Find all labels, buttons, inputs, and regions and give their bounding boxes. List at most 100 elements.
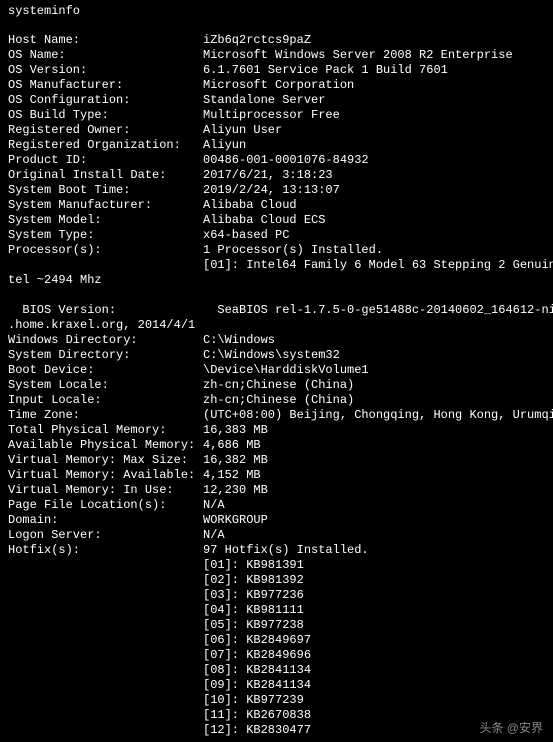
hotfix-item: [08]: KB2841134 [8,663,545,678]
info-value: 1 Processor(s) Installed. [203,243,383,257]
watermark-text: 头条 @安界 [479,721,543,736]
processor-wrap: tel ~2494 Mhz [8,273,545,288]
info-label: System Directory: [8,348,203,363]
bios-row: BIOS Version:SeaBIOS rel-1.7.5-0-ge51488… [8,288,545,318]
info-value: \Device\HarddiskVolume1 [203,363,369,377]
info-value: 4,152 MB [203,468,261,482]
info-row: Domain:WORKGROUP [8,513,545,528]
info-row: System Model:Alibaba Cloud ECS [8,213,545,228]
info-row: Product ID:00486-001-0001076-84932 [8,153,545,168]
systeminfo-block-1: Host Name:iZb6q2rctcs9paZOS Name:Microso… [8,33,545,258]
info-label: OS Build Type: [8,108,203,123]
info-label: Registered Owner: [8,123,203,138]
hotfix-item: [12]: KB2830477 [8,723,545,738]
info-row: System Type:x64-based PC [8,228,545,243]
info-label: Logon Server: [8,528,203,543]
hotfix-list: [01]: KB981391[02]: KB981392[03]: KB9772… [8,558,545,738]
info-row: OS Version:6.1.7601 Service Pack 1 Build… [8,63,545,78]
info-label: Virtual Memory: Max Size: [8,453,203,468]
info-label: Boot Device: [8,363,203,378]
info-label: Registered Organization: [8,138,203,153]
info-row: Input Locale:zh-cn;Chinese (China) [8,393,545,408]
hotfix-item: [01]: KB981391 [8,558,545,573]
info-value: Aliyun [203,138,246,152]
info-label: Processor(s): [8,243,203,258]
info-value: zh-cn;Chinese (China) [203,378,354,392]
info-value: Standalone Server [203,93,325,107]
info-row: Host Name:iZb6q2rctcs9paZ [8,33,545,48]
info-label: Input Locale: [8,393,203,408]
info-row: Available Physical Memory:4,686 MB [8,438,545,453]
info-row: Virtual Memory: In Use:12,230 MB [8,483,545,498]
info-label: OS Name: [8,48,203,63]
bios-value: SeaBIOS rel-1.7.5-0-ge51488c-20140602_16… [217,303,553,317]
info-label: Virtual Memory: Available: [8,468,203,483]
info-value: zh-cn;Chinese (China) [203,393,354,407]
info-label: Time Zone: [8,408,203,423]
info-label: OS Manufacturer: [8,78,203,93]
info-value: WORKGROUP [203,513,268,527]
info-label: System Type: [8,228,203,243]
info-row: Registered Owner:Aliyun User [8,123,545,138]
info-label: Available Physical Memory: [8,438,203,453]
info-row: System Manufacturer:Alibaba Cloud [8,198,545,213]
info-row: Processor(s):1 Processor(s) Installed. [8,243,545,258]
info-value: (UTC+08:00) Beijing, Chongqing, Hong Kon… [203,408,553,422]
info-value: 2017/6/21, 3:18:23 [203,168,333,182]
info-label: Product ID: [8,153,203,168]
info-row: Virtual Memory: Max Size:16,382 MB [8,453,545,468]
info-row: Hotfix(s):97 Hotfix(s) Installed. [8,543,545,558]
info-row: Windows Directory:C:\Windows [8,333,545,348]
info-value: Alibaba Cloud [203,198,297,212]
info-value: Alibaba Cloud ECS [203,213,325,227]
info-value: Aliyun User [203,123,282,137]
info-row: System Locale:zh-cn;Chinese (China) [8,378,545,393]
info-label: Total Physical Memory: [8,423,203,438]
info-value: 6.1.7601 Service Pack 1 Build 7601 [203,63,448,77]
info-value: Microsoft Corporation [203,78,354,92]
info-label: Original Install Date: [8,168,203,183]
info-row: OS Build Type:Multiprocessor Free [8,108,545,123]
info-label: Virtual Memory: In Use: [8,483,203,498]
info-row: Time Zone:(UTC+08:00) Beijing, Chongqing… [8,408,545,423]
info-value: 16,382 MB [203,453,268,467]
info-row: Boot Device:\Device\HarddiskVolume1 [8,363,545,378]
info-value: 97 Hotfix(s) Installed. [203,543,369,557]
command-line: systeminfo [8,4,545,19]
systeminfo-block-2: Windows Directory:C:\WindowsSystem Direc… [8,333,545,558]
info-row: Total Physical Memory:16,383 MB [8,423,545,438]
info-value: x64-based PC [203,228,289,242]
info-value: 4,686 MB [203,438,261,452]
info-value: iZb6q2rctcs9paZ [203,33,311,47]
hotfix-item: [07]: KB2849696 [8,648,545,663]
info-row: OS Name:Microsoft Windows Server 2008 R2… [8,48,545,63]
info-label: OS Version: [8,63,203,78]
hotfix-item: [05]: KB977238 [8,618,545,633]
info-row: OS Configuration:Standalone Server [8,93,545,108]
info-row: OS Manufacturer:Microsoft Corporation [8,78,545,93]
hotfix-item: [02]: KB981392 [8,573,545,588]
hotfix-item: [03]: KB977236 [8,588,545,603]
info-label: Host Name: [8,33,203,48]
hotfix-item: [09]: KB2841134 [8,678,545,693]
info-value: 2019/2/24, 13:13:07 [203,183,340,197]
info-row: Logon Server:N/A [8,528,545,543]
info-row: Virtual Memory: Available:4,152 MB [8,468,545,483]
info-label: System Locale: [8,378,203,393]
info-row: Page File Location(s):N/A [8,498,545,513]
info-label: Windows Directory: [8,333,203,348]
info-row: Original Install Date:2017/6/21, 3:18:23 [8,168,545,183]
info-row: System Directory:C:\Windows\system32 [8,348,545,363]
info-row: Registered Organization:Aliyun [8,138,545,153]
hotfix-item: [06]: KB2849697 [8,633,545,648]
info-value: Microsoft Windows Server 2008 R2 Enterpr… [203,48,513,62]
processor-detail: [01]: Intel64 Family 6 Model 63 Stepping… [8,258,545,273]
hotfix-item: [04]: KB981111 [8,603,545,618]
hotfix-item: [11]: KB2670838 [8,708,545,723]
hotfix-item: [10]: KB977239 [8,693,545,708]
info-label: Page File Location(s): [8,498,203,513]
info-value: 16,383 MB [203,423,268,437]
info-row: System Boot Time:2019/2/24, 13:13:07 [8,183,545,198]
info-label: OS Configuration: [8,93,203,108]
info-value: N/A [203,528,225,542]
